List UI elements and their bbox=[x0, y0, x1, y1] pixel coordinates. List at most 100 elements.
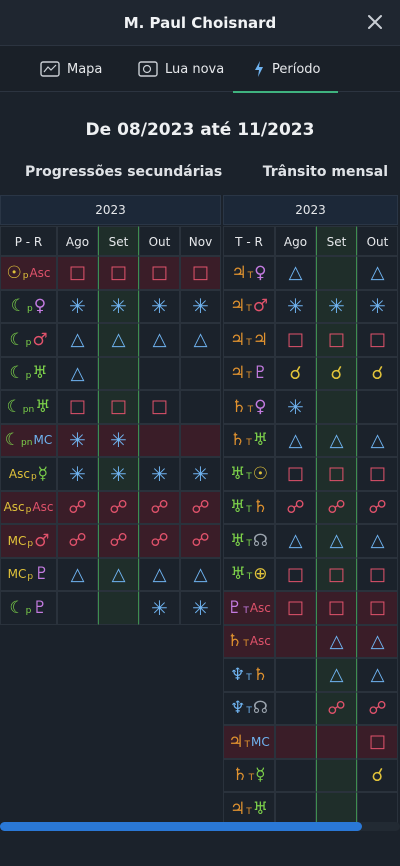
aspect-cell[interactable]: □ bbox=[316, 591, 357, 625]
aspect-cell[interactable]: □ bbox=[357, 457, 398, 491]
aspect-cell[interactable]: △ bbox=[357, 624, 398, 658]
aspect-cell[interactable]: □ bbox=[275, 323, 316, 357]
aspect-cell[interactable]: ☌ bbox=[357, 758, 398, 792]
aspect-glyph: ✳ bbox=[69, 461, 86, 486]
aspect-cell[interactable]: □ bbox=[98, 256, 139, 290]
planet-pair: ☾ p ♇ bbox=[9, 598, 47, 618]
aspect-cell[interactable]: □ bbox=[139, 390, 180, 424]
tab-lua-nova[interactable]: Lua nova bbox=[138, 46, 224, 92]
aspect-cell[interactable]: △ bbox=[357, 524, 398, 558]
aspect-cell[interactable]: ☍ bbox=[139, 524, 180, 558]
aspect-cell bbox=[357, 390, 398, 424]
aspect-cell[interactable]: △ bbox=[357, 423, 398, 457]
aspect-cell[interactable]: □ bbox=[316, 457, 357, 491]
aspect-cell[interactable]: ☍ bbox=[98, 490, 139, 524]
aspect-cell[interactable]: △ bbox=[98, 557, 139, 591]
aspect-cell[interactable]: ✳ bbox=[57, 289, 98, 323]
aspect-cell[interactable]: ✳ bbox=[180, 457, 221, 491]
aspect-cell[interactable]: □ bbox=[357, 725, 398, 759]
aspect-cell[interactable]: △ bbox=[275, 423, 316, 457]
planet-glyph: ♆ bbox=[230, 664, 246, 685]
aspect-cell[interactable]: △ bbox=[139, 323, 180, 357]
aspect-cell bbox=[275, 725, 316, 759]
planet-glyph: Asc bbox=[249, 600, 271, 615]
aspect-cell[interactable]: ☌ bbox=[316, 356, 357, 390]
scrollbar-thumb[interactable] bbox=[0, 822, 362, 831]
aspect-cell[interactable]: ✳ bbox=[180, 591, 221, 625]
aspect-cell[interactable]: △ bbox=[316, 423, 357, 457]
planet-glyph: ♅ bbox=[230, 497, 246, 518]
aspect-cell[interactable]: △ bbox=[316, 624, 357, 658]
aspect-cell[interactable]: △ bbox=[57, 323, 98, 357]
tab-periodo[interactable]: Período bbox=[233, 46, 338, 93]
aspect-cell[interactable]: ✳ bbox=[316, 289, 357, 323]
aspect-cell[interactable]: ☍ bbox=[98, 524, 139, 558]
aspect-cell[interactable]: ✳ bbox=[357, 289, 398, 323]
aspect-cell[interactable]: △ bbox=[275, 256, 316, 290]
aspect-cell[interactable]: □ bbox=[275, 591, 316, 625]
aspect-cell[interactable]: ☍ bbox=[316, 490, 357, 524]
aspect-pair-cell: Asc p ☿ bbox=[0, 457, 57, 491]
aspect-cell[interactable]: ☍ bbox=[57, 490, 98, 524]
aspect-cell[interactable]: □ bbox=[316, 323, 357, 357]
aspect-cell[interactable]: □ bbox=[357, 591, 398, 625]
aspect-cell[interactable]: ✳ bbox=[180, 289, 221, 323]
aspect-cell bbox=[275, 624, 316, 658]
aspect-cell[interactable]: ✳ bbox=[139, 289, 180, 323]
chart-type-label: T bbox=[243, 605, 249, 616]
aspect-cell[interactable]: □ bbox=[180, 256, 221, 290]
planet-pair: ☾ pn MC bbox=[5, 430, 52, 450]
aspect-cell[interactable]: △ bbox=[57, 557, 98, 591]
aspect-cell[interactable]: ✳ bbox=[57, 457, 98, 491]
aspect-cell[interactable]: ☌ bbox=[275, 356, 316, 390]
planet-glyph: ♀ bbox=[254, 396, 267, 417]
aspect-cell[interactable]: ☍ bbox=[180, 490, 221, 524]
aspect-cell[interactable]: △ bbox=[316, 524, 357, 558]
aspect-cell[interactable]: ☌ bbox=[357, 356, 398, 390]
aspect-cell[interactable]: ✳ bbox=[139, 457, 180, 491]
aspect-cell[interactable]: ✳ bbox=[98, 423, 139, 457]
aspect-cell[interactable]: ✳ bbox=[57, 423, 98, 457]
aspect-cell[interactable]: □ bbox=[357, 557, 398, 591]
aspect-glyph: □ bbox=[68, 396, 86, 418]
aspect-cell[interactable]: ✳ bbox=[275, 289, 316, 323]
planet-glyph: ☾ bbox=[6, 396, 22, 417]
aspect-cell[interactable]: ☍ bbox=[357, 490, 398, 524]
aspect-cell[interactable]: ☍ bbox=[316, 691, 357, 725]
aspect-cell[interactable]: ☍ bbox=[139, 490, 180, 524]
aspect-pair-cell: ♅ T ⊕ bbox=[223, 557, 275, 591]
aspect-cell[interactable]: ✳ bbox=[275, 390, 316, 424]
close-icon[interactable] bbox=[364, 11, 386, 33]
aspect-cell[interactable]: △ bbox=[180, 557, 221, 591]
aspect-cell[interactable]: △ bbox=[180, 323, 221, 357]
aspect-cell[interactable]: △ bbox=[357, 658, 398, 692]
aspect-cell[interactable]: □ bbox=[275, 457, 316, 491]
chart-type-label: T bbox=[246, 572, 253, 583]
aspect-cell[interactable]: □ bbox=[98, 390, 139, 424]
aspect-cell[interactable]: □ bbox=[357, 323, 398, 357]
aspect-cell[interactable]: △ bbox=[139, 557, 180, 591]
aspect-cell[interactable]: △ bbox=[357, 256, 398, 290]
chart-type-label: T bbox=[246, 538, 252, 549]
aspect-cell[interactable]: ☍ bbox=[57, 524, 98, 558]
aspect-cell[interactable]: □ bbox=[275, 557, 316, 591]
aspect-cell[interactable]: ☍ bbox=[357, 691, 398, 725]
aspect-cell[interactable]: □ bbox=[57, 390, 98, 424]
period-title: De 08/2023 até 11/2023 bbox=[85, 120, 315, 140]
aspect-cell[interactable]: ✳ bbox=[98, 289, 139, 323]
aspect-cell[interactable]: △ bbox=[98, 323, 139, 357]
aspect-cell[interactable]: ✳ bbox=[98, 457, 139, 491]
aspect-glyph: △ bbox=[288, 429, 303, 451]
aspect-cell[interactable]: ✳ bbox=[139, 591, 180, 625]
aspect-cell[interactable]: ☍ bbox=[275, 490, 316, 524]
right-section-label: Trânsito mensal bbox=[262, 164, 388, 180]
aspect-cell[interactable]: □ bbox=[316, 557, 357, 591]
tab-mapa[interactable]: Mapa bbox=[40, 46, 102, 92]
aspect-cell[interactable]: △ bbox=[316, 658, 357, 692]
aspect-cell[interactable]: □ bbox=[57, 256, 98, 290]
aspect-cell[interactable]: △ bbox=[57, 356, 98, 390]
aspect-cell bbox=[98, 356, 139, 390]
aspect-cell[interactable]: □ bbox=[139, 256, 180, 290]
aspect-cell[interactable]: △ bbox=[275, 524, 316, 558]
aspect-cell[interactable]: ☍ bbox=[180, 524, 221, 558]
